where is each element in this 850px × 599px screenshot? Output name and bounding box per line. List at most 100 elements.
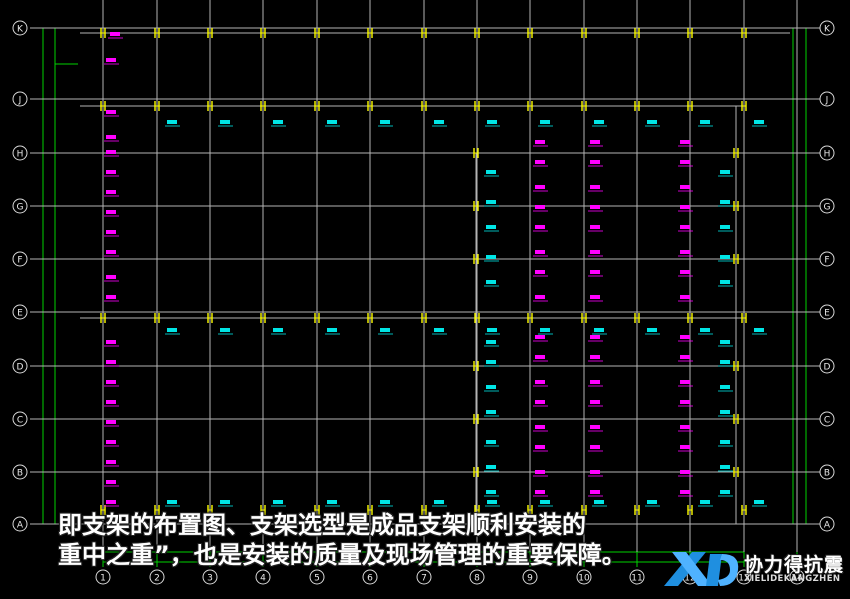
support-tag xyxy=(484,340,499,347)
support-tag xyxy=(678,335,693,342)
support-tag xyxy=(218,120,233,127)
axis-bubble-bottom-9: 9 xyxy=(522,569,538,585)
support-tag xyxy=(533,270,548,277)
support-tag xyxy=(678,160,693,167)
support-tag xyxy=(533,185,548,192)
support-tag xyxy=(104,295,119,302)
svg-text:B: B xyxy=(824,469,830,479)
support-tag xyxy=(588,225,603,232)
support-tag xyxy=(104,480,119,487)
support-tag xyxy=(588,470,603,477)
support-tag xyxy=(678,270,693,277)
support-tag xyxy=(165,328,180,335)
axis-bubble-bottom-1: 1 xyxy=(95,569,111,585)
support-tag xyxy=(104,420,119,427)
support-tag xyxy=(104,500,119,507)
support-tag xyxy=(588,400,603,407)
support-tag xyxy=(104,400,119,407)
axis-bubble-right-h: H xyxy=(819,145,835,161)
support-tag xyxy=(485,120,500,127)
support-tag xyxy=(588,185,603,192)
svg-text:2: 2 xyxy=(154,574,160,584)
support-tag xyxy=(484,360,499,367)
support-tag xyxy=(484,490,499,497)
axis-bubble-right-j: J xyxy=(819,91,835,107)
support-tag xyxy=(325,500,340,507)
support-tag xyxy=(678,185,693,192)
svg-text:F: F xyxy=(824,256,829,266)
svg-text:E: E xyxy=(17,309,23,319)
axis-bubble-right-e: E xyxy=(819,304,835,320)
support-tag xyxy=(718,200,733,207)
support-tag xyxy=(698,120,713,127)
support-tag xyxy=(678,490,693,497)
logo-name: 协力得抗震 xyxy=(744,554,845,576)
svg-text:10: 10 xyxy=(578,574,590,584)
support-tag xyxy=(718,255,733,262)
support-tag xyxy=(533,425,548,432)
support-tag xyxy=(271,500,286,507)
support-tags xyxy=(104,32,767,507)
support-tag xyxy=(678,470,693,477)
svg-text:11: 11 xyxy=(631,574,642,584)
support-tag xyxy=(533,335,548,342)
support-tag xyxy=(718,170,733,177)
support-tag xyxy=(484,440,499,447)
support-tag xyxy=(588,250,603,257)
svg-text:G: G xyxy=(17,203,24,213)
support-tag xyxy=(533,470,548,477)
support-tag xyxy=(271,120,286,127)
support-tag xyxy=(752,500,767,507)
svg-text:A: A xyxy=(17,521,24,531)
support-tag xyxy=(484,465,499,472)
support-tag xyxy=(588,490,603,497)
support-tag xyxy=(538,120,553,127)
support-tag xyxy=(538,328,553,335)
axis-bubble-right-k: K xyxy=(819,20,835,36)
support-tag xyxy=(533,160,548,167)
caption-line-1: 即支架的布置图、支架选型是成品支架顺利安装的 xyxy=(58,511,586,539)
support-tag xyxy=(752,328,767,335)
axis-bubble-bottom-3: 3 xyxy=(202,569,218,585)
axis-bubble-left-b: B xyxy=(12,464,28,480)
axis-bubble-bottom-10: 10 xyxy=(576,569,592,585)
support-tag xyxy=(484,170,499,177)
support-tag xyxy=(678,380,693,387)
support-tag xyxy=(165,120,180,127)
support-tag xyxy=(588,425,603,432)
support-tag xyxy=(592,328,607,335)
axis-bubble-bottom-8: 8 xyxy=(469,569,485,585)
support-tag xyxy=(718,490,733,497)
support-tag xyxy=(678,225,693,232)
support-tag xyxy=(588,355,603,362)
support-tag xyxy=(104,460,119,467)
svg-text:J: J xyxy=(825,96,829,106)
support-tag xyxy=(678,425,693,432)
support-tag xyxy=(104,58,119,65)
cad-screenshot: K K J J H H G G F F E E D D C C B B A A 1 2 3 4 5 6 7 8 9 10 11 12 13 14 … xyxy=(0,0,850,599)
axis-bubble-right-g: G xyxy=(819,198,835,214)
support-tag xyxy=(104,380,119,387)
svg-text:A: A xyxy=(824,521,831,531)
support-tag xyxy=(104,340,119,347)
axis-bubble-bottom-11: 11 xyxy=(629,569,645,585)
support-tag xyxy=(678,140,693,147)
grid-lines xyxy=(30,0,820,552)
support-tag xyxy=(218,328,233,335)
support-tag xyxy=(104,135,119,142)
support-tag xyxy=(718,440,733,447)
support-tag xyxy=(432,500,447,507)
support-tag xyxy=(218,500,233,507)
axis-bubble-right-f: F xyxy=(819,251,835,267)
support-tag xyxy=(484,385,499,392)
support-tag xyxy=(718,340,733,347)
support-tag xyxy=(104,440,119,447)
axis-bubble-bottom-7: 7 xyxy=(416,569,432,585)
svg-text:5: 5 xyxy=(314,574,320,584)
svg-text:4: 4 xyxy=(260,574,266,584)
support-tag xyxy=(645,500,660,507)
axis-bubble-right-a: A xyxy=(819,516,835,532)
support-tag xyxy=(678,355,693,362)
support-tag xyxy=(752,120,767,127)
support-tag xyxy=(533,380,548,387)
